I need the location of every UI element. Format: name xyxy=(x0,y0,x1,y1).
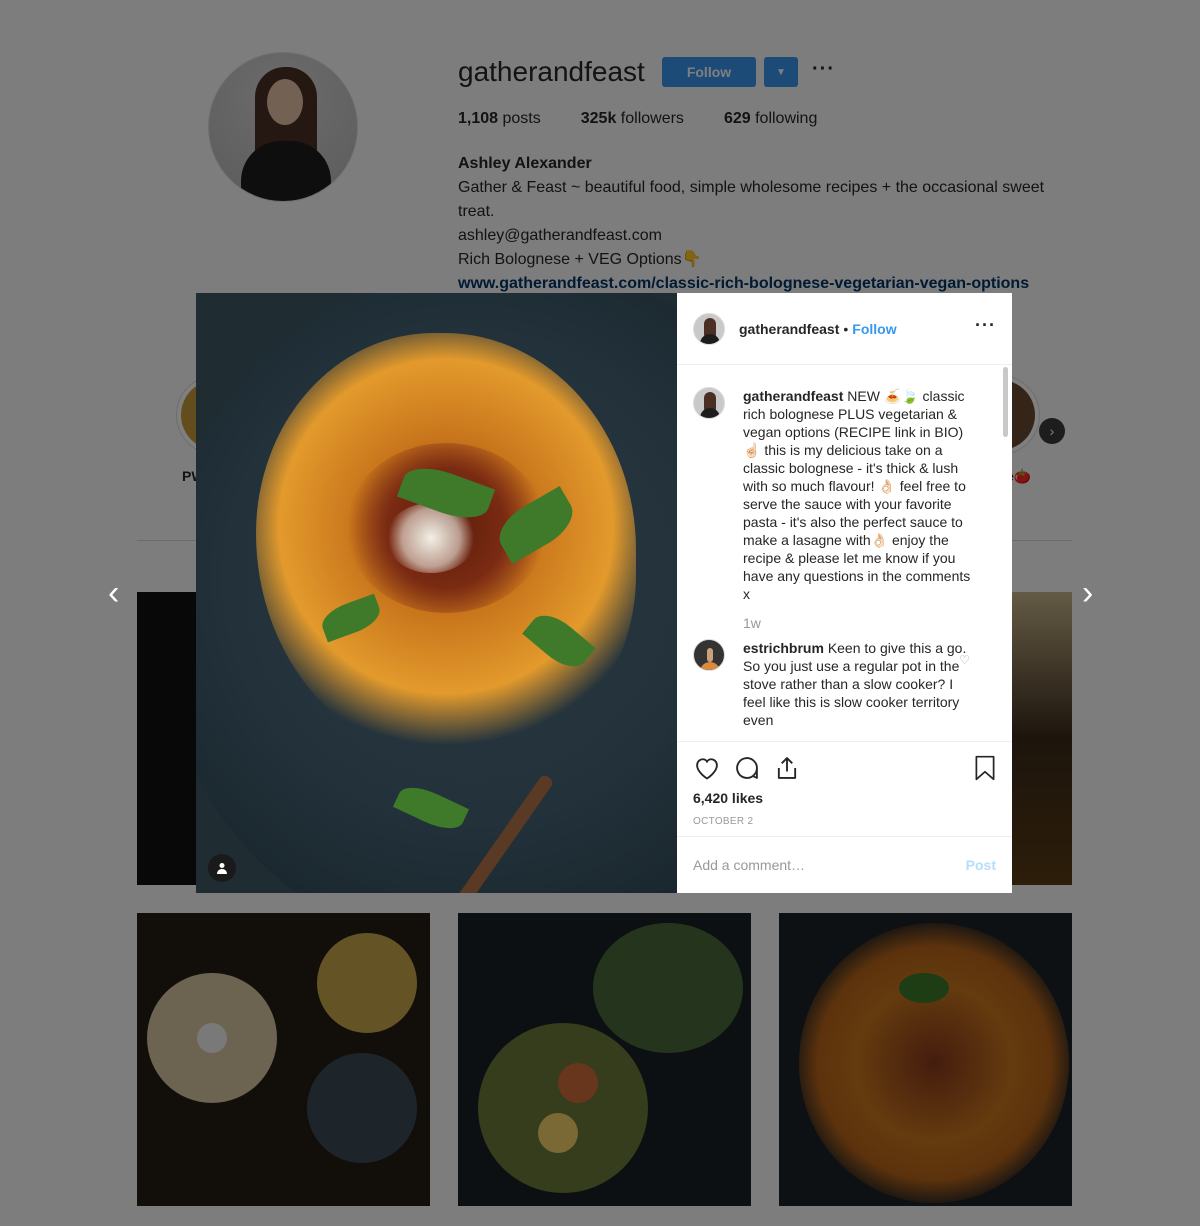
comment-input[interactable] xyxy=(693,857,933,873)
caption-timestamp: 1w xyxy=(743,615,761,631)
previous-post-icon[interactable]: ‹ xyxy=(108,576,119,610)
comments-list[interactable]: gatherandfeast NEW 🍝🍃 classic rich bolog… xyxy=(677,365,1012,741)
header-separator: • xyxy=(843,320,849,337)
like-comment-icon[interactable]: ♡ xyxy=(959,653,970,667)
header-follow-button[interactable]: Follow xyxy=(852,321,896,337)
post-more-options-icon[interactable]: ··· xyxy=(975,315,996,336)
comments-scrollbar[interactable] xyxy=(1003,367,1008,437)
post-comment-button[interactable]: Post xyxy=(966,857,996,873)
post-date: OCTOBER 2 xyxy=(693,816,754,827)
likes-count[interactable]: 6,420 likes xyxy=(693,790,996,806)
next-post-icon[interactable]: › xyxy=(1082,576,1093,610)
comment-username[interactable]: estrichbrum xyxy=(743,640,824,656)
caption-avatar[interactable] xyxy=(693,387,725,419)
user-tag-icon[interactable] xyxy=(208,854,236,882)
share-icon[interactable] xyxy=(773,754,801,782)
caption-body: NEW 🍝🍃 classic rich bolognese PLUS veget… xyxy=(743,388,971,602)
caption-username[interactable]: gatherandfeast xyxy=(743,388,843,404)
caption: gatherandfeast NEW 🍝🍃 classic rich bolog… xyxy=(693,387,996,603)
post-image[interactable] xyxy=(196,293,677,893)
post-header: gatherandfeast • Follow ··· xyxy=(677,293,1012,365)
bookmark-icon[interactable] xyxy=(972,754,998,782)
author-username[interactable]: gatherandfeast xyxy=(739,321,839,337)
commenter-avatar[interactable] xyxy=(693,639,725,671)
like-heart-icon[interactable] xyxy=(693,754,721,782)
post-sidebar: gatherandfeast • Follow ··· gatherandfea… xyxy=(677,293,1012,893)
post-modal: gatherandfeast • Follow ··· gatherandfea… xyxy=(196,293,1012,893)
author-avatar[interactable] xyxy=(693,312,725,345)
comment-item: estrichbrum Keen to give this a go. So y… xyxy=(693,639,996,729)
add-comment-bar: Post xyxy=(677,836,1012,893)
caption-text: gatherandfeast NEW 🍝🍃 classic rich bolog… xyxy=(743,387,971,603)
comment-text: estrichbrum Keen to give this a go. So y… xyxy=(743,639,971,729)
post-actions: 6,420 likes OCTOBER 2 xyxy=(677,741,1012,836)
comment-bubble-icon[interactable] xyxy=(733,754,761,782)
